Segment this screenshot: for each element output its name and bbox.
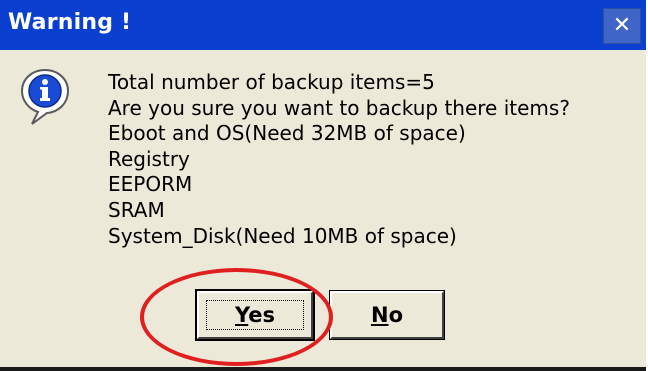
- focus-rectangle: [206, 300, 304, 330]
- dialog-message: Total number of backup items=5 Are you s…: [108, 70, 636, 249]
- yes-button[interactable]: Yes: [195, 289, 315, 341]
- close-icon: ✕: [612, 13, 632, 38]
- message-line: EEPORM: [108, 172, 193, 197]
- message-line: SRAM: [108, 197, 165, 222]
- dialog-title: Warning !: [8, 10, 132, 35]
- info-icon: [20, 68, 70, 125]
- no-button[interactable]: No: [329, 290, 445, 340]
- message-line: System_Disk(Need 10MB of space): [108, 223, 457, 248]
- title-bar[interactable]: Warning ! ✕: [0, 0, 646, 50]
- dialog-bottom-border: [0, 367, 646, 371]
- message-line: Registry: [108, 146, 190, 171]
- message-line: Are you sure you want to backup there it…: [108, 95, 570, 120]
- message-line: Total number of backup items=5: [108, 70, 435, 94]
- message-line: Eboot and OS(Need 32MB of space): [108, 121, 466, 146]
- close-button[interactable]: ✕: [603, 8, 641, 44]
- no-button-label: No: [370, 303, 403, 327]
- warning-dialog: Warning ! ✕ Total number of backup items…: [0, 0, 646, 371]
